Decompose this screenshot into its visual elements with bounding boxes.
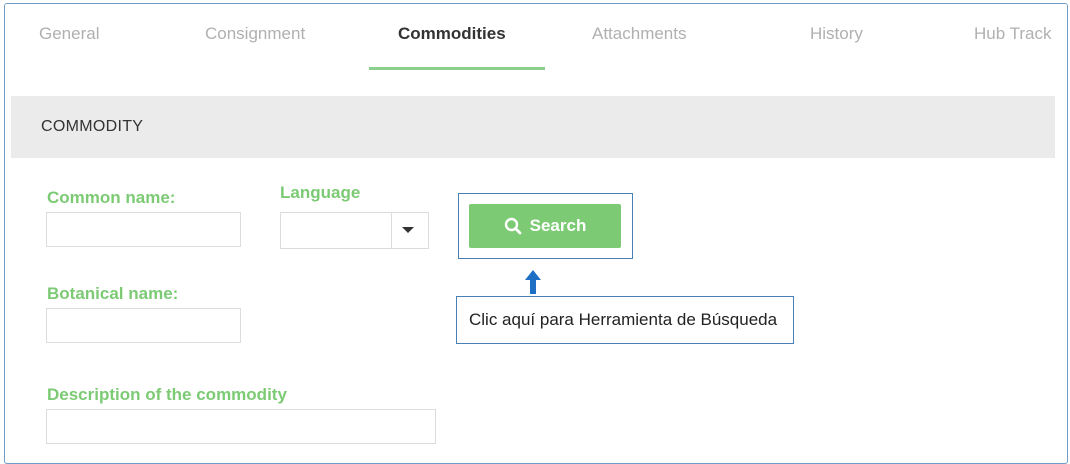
arrow-up-icon [525,270,541,294]
common-name-label: Common name: [47,188,176,207]
search-button[interactable]: Search [469,204,621,248]
callout-text: Clic aquí para Herramienta de Búsqueda [469,310,778,329]
active-tab-indicator [369,67,545,70]
commodity-panel: General Consignment Commodities Attachme… [4,3,1068,464]
tab-history[interactable]: History [810,24,863,44]
description-label: Description of the commodity [47,385,287,404]
section-header: COMMODITY [11,96,1055,158]
tab-hub-track[interactable]: Hub Track [974,24,1051,44]
language-label: Language [280,183,361,202]
chevron-down-icon[interactable] [402,227,414,233]
language-select[interactable] [280,212,429,249]
tab-commodities[interactable]: Commodities [398,24,506,44]
botanical-name-label: Botanical name: [47,284,179,303]
tab-attachments[interactable]: Attachments [592,24,687,44]
botanical-name-input[interactable] [46,308,241,343]
common-name-input[interactable] [46,212,241,247]
search-tool-callout: Clic aquí para Herramienta de Búsqueda [456,296,794,344]
search-button-label: Search [529,216,587,235]
tab-bar: General Consignment Commodities Attachme… [5,4,1067,94]
description-input[interactable] [46,409,436,444]
section-title: COMMODITY [41,118,144,135]
select-divider [391,213,392,248]
tab-general[interactable]: General [39,24,99,44]
tab-consignment[interactable]: Consignment [205,24,305,44]
search-icon [504,217,522,235]
